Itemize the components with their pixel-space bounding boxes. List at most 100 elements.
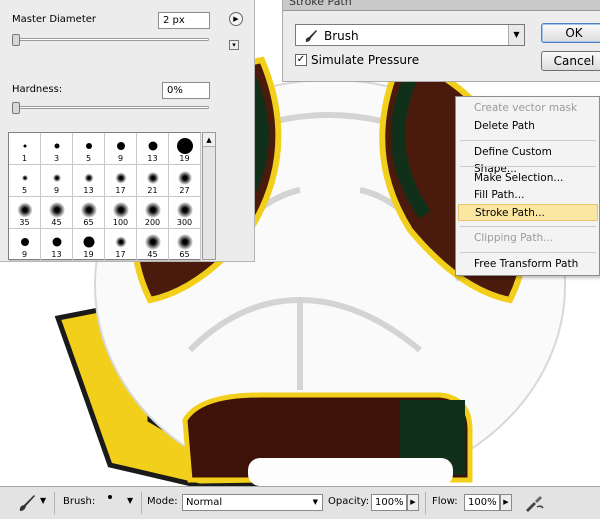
opacity-input[interactable]: 100% [371,494,407,511]
flow-slider-arrow-icon[interactable]: ▶ [500,494,512,511]
brush-preset-cell[interactable]: 9 [9,229,41,261]
cancel-button[interactable]: Cancel [541,51,600,71]
brush-preset-cell[interactable]: 21 [137,165,169,197]
dialog-titlebar[interactable]: Stroke Path [283,0,600,11]
brush-tool-icon[interactable] [16,492,38,514]
brush-size-label: 9 [53,186,60,195]
master-diameter-slider-thumb[interactable] [12,34,20,46]
brush-tip-icon [21,175,28,181]
brush-preset-cell[interactable]: 13 [41,229,73,261]
tool-preset-chevron-icon[interactable]: ▼ [40,496,46,505]
hardness-slider[interactable] [12,106,209,109]
brush-size-label: 17 [115,250,126,259]
brush-size-label: 5 [85,154,92,163]
preset-grid-scrollbar[interactable]: ▲ [202,132,216,260]
brush-preset-cell[interactable]: 19 [169,133,201,165]
brush-preset-cell[interactable]: 17 [105,229,137,261]
brush-tip-icon [23,144,26,148]
brush-size-label: 300 [176,218,193,227]
stroke-tool-select[interactable]: Brush ▼ [295,24,525,46]
brush-preset-cell[interactable]: 9 [105,133,137,165]
brush-size-label: 9 [21,250,28,259]
brush-tip-icon [146,172,159,184]
options-separator [425,492,426,514]
mode-select[interactable]: Normal ▼ [182,494,323,511]
menu-item-stroke-path[interactable]: Stroke Path... [458,204,598,221]
master-diameter-input[interactable]: 2 px [158,12,210,29]
hardness-label: Hardness: [12,84,63,95]
brush-size-label: 1 [21,154,28,163]
brush-preset-cell[interactable]: 13 [137,133,169,165]
scroll-up-icon[interactable]: ▲ [203,133,215,147]
brush-tip-icon [48,202,65,218]
brush-picker-chevron-icon[interactable]: ▼ [127,496,133,505]
menu-item-delete-path[interactable]: Delete Path [458,118,598,135]
brush-tip-icon [112,202,129,218]
hardness-input[interactable]: 0% [162,82,210,99]
brush-preset-cell[interactable]: 300 [169,197,201,229]
brush-size-label: 13 [51,250,62,259]
master-diameter-label: Master Diameter [12,14,97,25]
brush-preset-cell[interactable]: 5 [9,165,41,197]
brush-preset-picker: Master Diameter 2 px ▶ ▾ Hardness: 0% 13… [0,0,255,262]
brush-label: Brush: [63,496,96,507]
brush-size-label: 19 [83,250,94,259]
brush-tip-icon [54,143,59,149]
chevron-down-icon[interactable]: ▼ [313,495,318,510]
brush-tip-icon [148,141,157,151]
brush-preset-cell[interactable]: 45 [137,229,169,261]
dialog-title: Stroke Path [289,0,352,8]
hardness-slider-thumb[interactable] [12,102,20,114]
ok-button[interactable]: OK [541,23,600,43]
brush-preset-cell[interactable]: 13 [73,165,105,197]
brush-preset-grid: 1 3 5 9 13 19 5 9 13 17 21 27 35 45 65 100 200 300 9 13 19 17… [8,132,201,261]
stroke-tool-value: Brush [324,29,359,43]
brush-size-label: 13 [147,154,158,163]
menu-separator [460,252,596,253]
brush-preset-cell[interactable]: 27 [169,165,201,197]
panel-menu-button[interactable]: ▶ [229,12,243,26]
brush-tip-icon [144,234,161,250]
brush-tip-icon [84,173,93,183]
airbrush-icon[interactable] [523,492,545,514]
brush-preview-icon[interactable] [108,495,112,499]
menu-item-fill-path[interactable]: Fill Path... [458,187,598,204]
chevron-down-icon[interactable]: ▼ [508,25,524,45]
brush-size-label: 21 [147,186,158,195]
brush-preset-cell[interactable]: 65 [169,229,201,261]
reset-size-icon[interactable]: ▾ [229,40,239,50]
brush-size-label: 45 [147,250,158,259]
master-diameter-slider[interactable] [12,38,209,41]
brush-preset-cell[interactable]: 35 [9,197,41,229]
menu-separator [460,226,596,227]
brush-preset-cell[interactable]: 19 [73,229,105,261]
stroke-path-dialog: Stroke Path Brush ▼ ✓ Simulate Pressure … [282,0,600,82]
menu-item-clipping-path: Clipping Path... [474,232,554,244]
brush-preset-cell[interactable]: 45 [41,197,73,229]
brush-size-label: 9 [117,154,124,163]
brush-preset-cell[interactable]: 5 [73,133,105,165]
menu-item-define-custom-shape[interactable]: Define Custom Shape... [458,144,598,175]
brush-preset-cell[interactable]: 65 [73,197,105,229]
brush-preset-cell[interactable]: 9 [41,165,73,197]
opacity-slider-arrow-icon[interactable]: ▶ [407,494,419,511]
options-separator [141,492,142,514]
menu-separator [460,166,596,167]
flow-input[interactable]: 100% [464,494,500,511]
brush-tip-icon [144,202,161,218]
brush-preset-cell[interactable]: 1 [9,133,41,165]
brush-preset-cell[interactable]: 200 [137,197,169,229]
brush-preset-cell[interactable]: 100 [105,197,137,229]
brush-size-label: 65 [179,250,190,259]
menu-item-free-transform-path[interactable]: Free Transform Path [458,256,598,273]
menu-item-make-selection[interactable]: Make Selection... [458,170,598,187]
simulate-pressure-label[interactable]: Simulate Pressure [311,53,419,67]
simulate-pressure-checkbox[interactable]: ✓ [295,54,307,66]
brush-size-label: 200 [144,218,161,227]
brush-preset-cell[interactable]: 17 [105,165,137,197]
opacity-label: Opacity: [328,496,370,507]
brush-size-label: 13 [83,186,94,195]
path-context-menu: Create vector mask Delete Path Define Cu… [455,96,600,276]
brush-preset-cell[interactable]: 3 [41,133,73,165]
brush-size-label: 5 [21,186,28,195]
